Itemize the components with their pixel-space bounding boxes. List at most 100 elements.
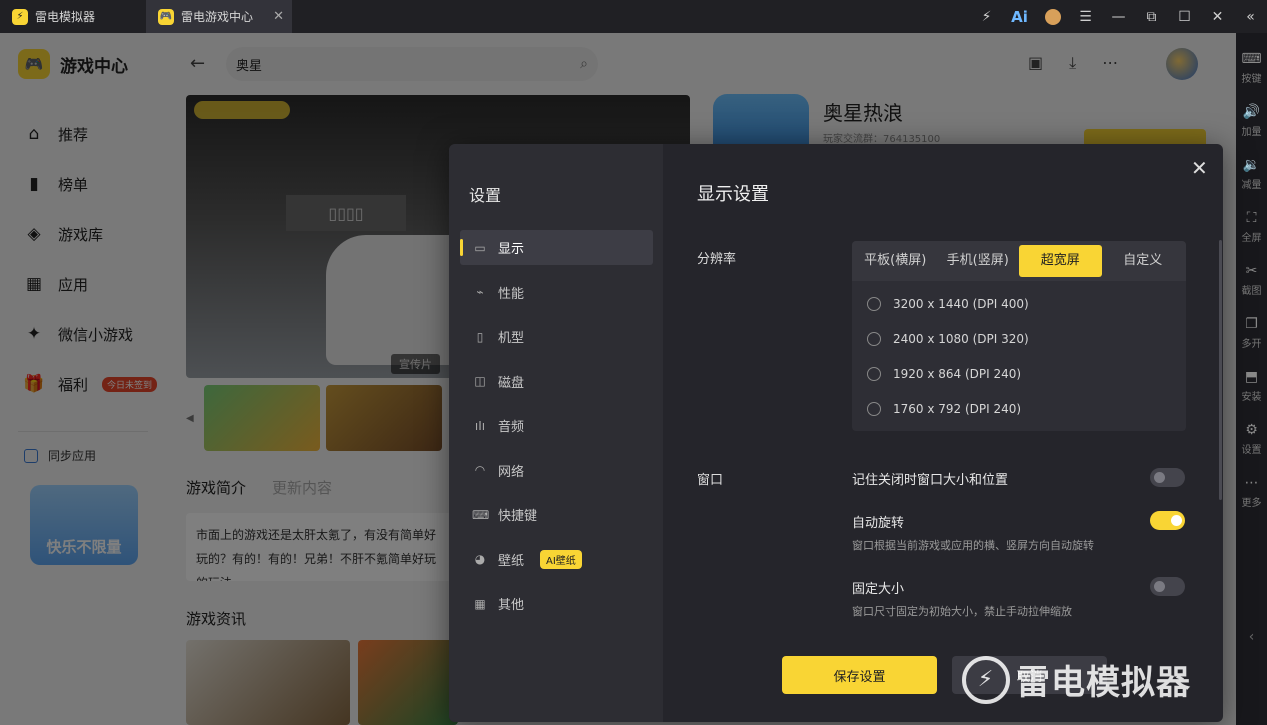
- fixed-size-toggle[interactable]: [1150, 577, 1185, 596]
- radio-button[interactable]: [867, 296, 881, 311]
- save-settings-button[interactable]: 保存设置: [782, 656, 937, 694]
- collapse-arrow-icon[interactable]: ‹: [1249, 629, 1255, 645]
- settings-item-label: 机型: [498, 331, 525, 346]
- audio-icon: ıIı: [474, 418, 486, 433]
- toolbar-install[interactable]: ⬒ 安装: [1236, 359, 1267, 412]
- toolbar-keymap[interactable]: ⌨ 按键: [1236, 41, 1267, 94]
- watermark-text: 雷电模拟器: [1016, 663, 1191, 703]
- restore-icon[interactable]: ⧉: [1135, 0, 1168, 33]
- resolution-tab-tablet[interactable]: 平板(横屏): [854, 245, 937, 277]
- settings-sidebar: 设置 ▭ 显示 ⌁ 性能 ▯ 机型 ◫ 磁盘 ıIı 音频 ◠ 网络 ⌨ 快捷键…: [449, 144, 663, 722]
- phone-icon: ▯: [476, 329, 484, 344]
- ldplayer-logo-icon: ⚡: [12, 8, 28, 25]
- toolbar-label: 安装: [1241, 391, 1262, 403]
- settings-item-shortcuts[interactable]: ⌨ 快捷键: [460, 497, 653, 532]
- toolbar-label: 按键: [1241, 73, 1262, 85]
- collapse-icon[interactable]: «: [1234, 0, 1267, 33]
- toolbar-fullscreen[interactable]: ⛶ 全屏: [1236, 200, 1267, 253]
- toolbar-label: 多开: [1241, 338, 1262, 350]
- scissors-icon: ✂: [1245, 262, 1258, 279]
- toolbar-label: 截图: [1241, 285, 1262, 297]
- lightning-icon[interactable]: ⚡: [970, 0, 1003, 33]
- toolbar-label: 全屏: [1241, 232, 1262, 244]
- settings-dialog: 设置 ▭ 显示 ⌁ 性能 ▯ 机型 ◫ 磁盘 ıIı 音频 ◠ 网络 ⌨ 快捷键…: [449, 144, 1223, 722]
- resolution-option[interactable]: 1920 x 864 (DPI 240): [852, 356, 1186, 391]
- game-center-logo-icon: 🎮: [158, 8, 174, 25]
- settings-item-label: 快捷键: [498, 509, 538, 524]
- settings-item-other[interactable]: ▦ 其他: [460, 586, 653, 621]
- toolbar-volume-down[interactable]: 🔉 减量: [1236, 147, 1267, 200]
- settings-item-label: 网络: [498, 464, 525, 480]
- volume-down-icon: 🔉: [1242, 156, 1261, 173]
- resolution-option[interactable]: 2400 x 1080 (DPI 320): [852, 321, 1186, 356]
- resolution-tabs: 平板(横屏) 手机(竖屏) 超宽屏 自定义: [852, 241, 1186, 281]
- toolbar-screenshot[interactable]: ✂ 截图: [1236, 253, 1267, 306]
- toolbar-settings[interactable]: ⚙ 设置: [1236, 412, 1267, 465]
- settings-item-network[interactable]: ◠ 网络: [460, 453, 653, 488]
- radio-button[interactable]: [867, 401, 881, 416]
- keyboard-icon: ⌨: [1241, 50, 1262, 67]
- watermark: ⚡ 雷电模拟器: [962, 655, 1191, 704]
- toolbar-label: 设置: [1241, 444, 1262, 456]
- maximize-icon[interactable]: ☐: [1168, 0, 1201, 33]
- toggle-knob: [1171, 515, 1182, 526]
- toolbar-more[interactable]: ⋯ 更多: [1236, 465, 1267, 518]
- resolution-option[interactable]: 3200 x 1440 (DPI 400): [852, 286, 1186, 321]
- title-bar: ⚡ 雷电模拟器 🎮 雷电游戏中心 ✕ ⚡ Ai ☰ — ⧉ ☐ ✕ «: [0, 0, 1267, 33]
- radio-button[interactable]: [867, 331, 881, 346]
- resolution-option-label: 3200 x 1440 (DPI 400): [893, 296, 1029, 311]
- menu-icon[interactable]: ☰: [1069, 0, 1102, 33]
- settings-item-audio[interactable]: ıIı 音频: [460, 408, 653, 443]
- ai-wallpaper-tag: AI壁纸: [540, 549, 582, 569]
- toolbar-volume-up[interactable]: 🔊 加量: [1236, 94, 1267, 147]
- resolution-option[interactable]: 1760 x 792 (DPI 240): [852, 391, 1186, 426]
- toolbar-label: 减量: [1241, 179, 1262, 191]
- settings-item-model[interactable]: ▯ 机型: [460, 319, 653, 354]
- settings-item-label: 壁纸: [498, 553, 525, 569]
- close-dialog-icon[interactable]: ✕: [1191, 156, 1208, 180]
- close-tab-icon[interactable]: ✕: [273, 9, 284, 24]
- disk-icon: ◫: [474, 374, 486, 388]
- resolution-option-label: 1760 x 792 (DPI 240): [893, 401, 1022, 416]
- keyboard-shortcut-icon: ⌨: [472, 507, 490, 522]
- tab-label: 雷电游戏中心: [181, 10, 254, 24]
- settings-title: 显示设置: [697, 184, 769, 205]
- close-icon[interactable]: ✕: [1201, 0, 1234, 33]
- radio-button[interactable]: [867, 366, 881, 381]
- resolution-options: 3200 x 1440 (DPI 400) 2400 x 1080 (DPI 3…: [852, 281, 1186, 426]
- resolution-tab-custom[interactable]: 自定义: [1102, 245, 1185, 277]
- toolbar-label: 加量: [1241, 126, 1262, 138]
- grid-icon: ▦: [474, 596, 486, 611]
- tab-emulator[interactable]: ⚡ 雷电模拟器: [0, 0, 146, 33]
- settings-item-display[interactable]: ▭ 显示: [460, 230, 653, 265]
- settings-item-wallpaper[interactable]: ◕ 壁纸 AI壁纸: [460, 542, 653, 577]
- monitor-icon: ▭: [474, 240, 486, 255]
- toolbar-multi[interactable]: ❐ 多开: [1236, 306, 1267, 359]
- settings-item-disk[interactable]: ◫ 磁盘: [460, 364, 653, 399]
- settings-icon: ⚙: [1245, 421, 1258, 438]
- minimize-icon[interactable]: —: [1102, 0, 1135, 33]
- resolution-option-label: 1920 x 864 (DPI 240): [893, 366, 1022, 381]
- fixed-size-desc: 窗口尺寸固定为初始大小，禁止手动拉伸缩放: [852, 605, 1072, 618]
- toggle-knob: [1154, 581, 1165, 592]
- window-label: 窗口: [697, 473, 724, 488]
- settings-item-label: 磁盘: [498, 375, 525, 391]
- remember-window-toggle[interactable]: [1150, 468, 1185, 487]
- settings-item-performance[interactable]: ⌁ 性能: [460, 275, 653, 310]
- tab-label: 雷电模拟器: [35, 10, 96, 24]
- auto-rotate-desc: 窗口根据当前游戏或应用的横、竖屏方向自动旋转: [852, 539, 1094, 552]
- settings-scrollbar[interactable]: [1219, 240, 1222, 500]
- resolution-option-label: 2400 x 1080 (DPI 320): [893, 331, 1029, 346]
- remember-window-title: 记住关闭时窗口大小和位置: [852, 473, 1009, 488]
- multi-instance-icon: ❐: [1245, 315, 1258, 332]
- resolution-panel: 平板(横屏) 手机(竖屏) 超宽屏 自定义 3200 x 1440 (DPI 4…: [852, 241, 1186, 431]
- ai-icon[interactable]: Ai: [1003, 0, 1036, 33]
- auto-rotate-toggle[interactable]: [1150, 511, 1185, 530]
- settings-menu: ▭ 显示 ⌁ 性能 ▯ 机型 ◫ 磁盘 ıIı 音频 ◠ 网络 ⌨ 快捷键 ◕ …: [460, 230, 653, 631]
- avatar-icon[interactable]: [1036, 0, 1069, 33]
- resolution-tab-ultrawide[interactable]: 超宽屏: [1019, 245, 1102, 277]
- resolution-tab-phone[interactable]: 手机(竖屏): [937, 245, 1020, 277]
- settings-heading: 设置: [469, 186, 502, 205]
- watermark-logo-icon: ⚡: [962, 655, 1010, 704]
- tab-game-center[interactable]: 🎮 雷电游戏中心 ✕: [146, 0, 292, 33]
